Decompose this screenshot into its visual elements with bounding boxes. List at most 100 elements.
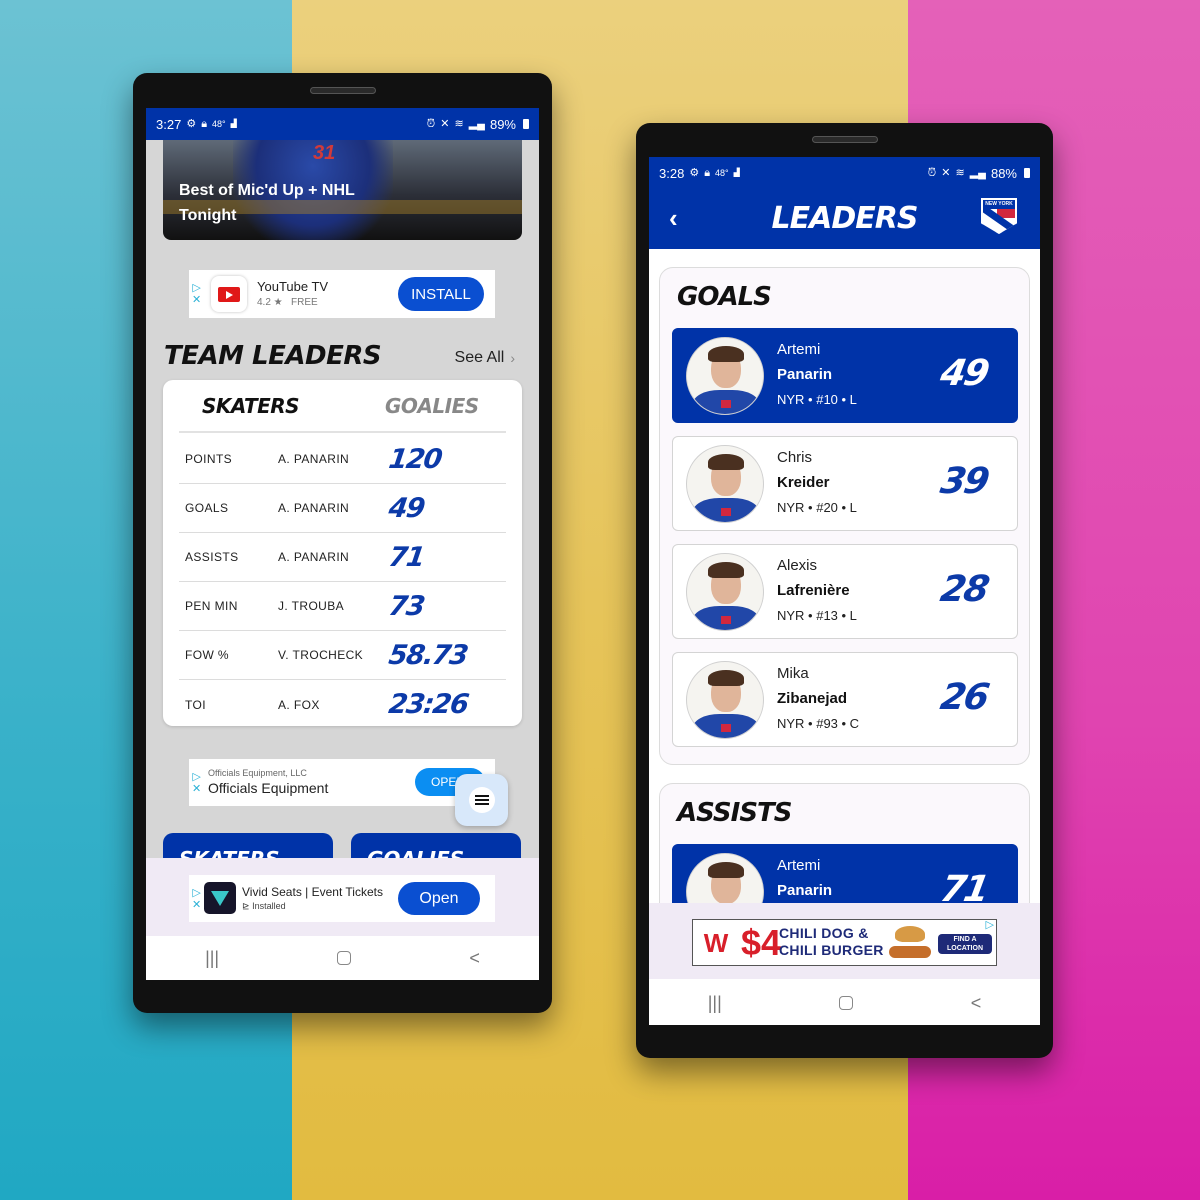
stat-label: POINTS <box>185 452 233 466</box>
signal-icon: ▂▄ <box>468 117 485 130</box>
player-avatar <box>686 661 764 739</box>
stat-player: J. TROUBA <box>278 599 345 613</box>
player-avatar <box>686 337 764 415</box>
player-first-name: Artemi <box>777 857 821 874</box>
battery-percent: 89% <box>489 116 516 132</box>
ad-choices-icon[interactable]: ▷ <box>986 918 994 931</box>
stat-player: A. PANARIN <box>278 501 350 515</box>
player-stat-value: 28 <box>937 569 991 610</box>
ad-title: Officials Equipment <box>208 780 329 796</box>
home-button[interactable] <box>839 996 854 1010</box>
stat-player: A. FOX <box>278 697 320 712</box>
app-header: ‹ LEADERS NEW YORK RANGERS <box>649 189 1040 249</box>
usaa-icon: ▟ <box>230 119 237 128</box>
player-first-name: Alexis <box>777 557 818 574</box>
ad-app-price: FREE <box>291 297 318 308</box>
team-leaders-heading: TEAM LEADERS <box>164 341 382 371</box>
ad-choices-icon[interactable]: ▷ ✕ <box>192 282 201 306</box>
signal-icon: ▂▄ <box>969 166 986 179</box>
stat-player: V. TROCHECK <box>278 648 364 662</box>
leader-group-goals: GOALS Artemi Panarin NYR • #10 • L 49 Chris Kr… <box>659 267 1030 765</box>
screen-team-home: 31 Best of Mic'd Up + NHL Tonight 3:27 ⚙… <box>146 108 539 980</box>
lock-icon: 🔒︎ <box>201 117 208 130</box>
player-meta: NYR • #93 • C <box>777 716 860 731</box>
player-first-name: Chris <box>777 449 813 466</box>
video-card[interactable]: 31 Best of Mic'd Up + NHL Tonight <box>163 140 522 240</box>
player-avatar <box>686 553 764 631</box>
ad-app-name: Vivid Seats | Event Tickets <box>242 885 383 899</box>
recents-button[interactable]: ||| <box>205 948 219 969</box>
player-last-name: Panarin <box>777 366 833 383</box>
player-stat-value: 26 <box>937 677 991 718</box>
stat-row[interactable]: POINTS A. PANARIN 120 <box>179 435 506 484</box>
back-button[interactable]: < <box>469 948 480 969</box>
phone-right: 3:28 ⚙ 🔒︎ 48° ▟ ⏰︎ ✕ ≋ ▂▄ 88% ‹ LEADERS … <box>636 123 1053 1058</box>
player-card[interactable]: Chris Kreider NYR • #20 • L 39 <box>672 436 1018 531</box>
player-card[interactable]: Artemi Panarin NYR • #10 • L 49 <box>672 328 1018 423</box>
ad-advertiser: Officials Equipment, LLC <box>208 768 307 778</box>
stat-row[interactable]: PEN MIN J. TROUBA 73 <box>179 582 506 631</box>
find-location-button[interactable]: FIND A LOCATION <box>938 934 992 954</box>
gear-icon: ⚙ <box>689 166 700 179</box>
ad-choices-icon[interactable]: ▷ ✕ <box>192 771 201 795</box>
install-button[interactable]: INSTALL <box>398 277 484 311</box>
stat-row[interactable]: GOALS A. PANARIN 49 <box>179 484 506 533</box>
stat-player: A. PANARIN <box>278 550 350 564</box>
system-nav-bar: ||| < <box>146 936 539 980</box>
stat-label: ASSISTS <box>185 550 239 564</box>
menu-fab-button[interactable] <box>455 774 508 826</box>
temperature: 48° <box>212 118 226 129</box>
stat-label: FOW % <box>185 648 229 662</box>
see-all-label: See All <box>454 349 505 366</box>
tab-goalies[interactable]: GOALIES <box>385 394 479 418</box>
recents-button[interactable]: ||| <box>708 993 722 1014</box>
player-meta: NYR • #13 • L <box>777 608 857 623</box>
ad-app-meta: 4.2 ★ FREE <box>257 297 318 308</box>
stat-value: 71 <box>386 541 426 573</box>
ad-choices-icon[interactable]: ▷ ✕ <box>192 887 201 911</box>
ad-app-name: YouTube TV <box>257 279 329 294</box>
stat-row[interactable]: TOI A. FOX 23:26 <box>179 680 506 729</box>
usaa-icon: ▟ <box>733 168 740 177</box>
player-avatar <box>686 445 764 523</box>
alarm-icon: ⏰︎ <box>426 117 436 130</box>
player-last-name: Lafrenière <box>777 582 850 599</box>
stat-label: GOALS <box>185 501 229 515</box>
stat-row[interactable]: FOW % V. TROCHECK 58.73 <box>179 631 506 680</box>
ad-vivid-seats[interactable]: ▷ ✕ Vivid Seats | Event Tickets ⊵ Install… <box>189 875 495 922</box>
ad-wienerschnitzel[interactable]: W $4 CHILI DOG & CHILI BURGER FIND A LOC… <box>692 919 997 966</box>
player-card[interactable]: Mika Zibanejad NYR • #93 • C 26 <box>672 652 1018 747</box>
see-all-link[interactable]: See All › <box>455 349 515 367</box>
installed-icon: ⊵ <box>242 901 250 911</box>
stat-value: 73 <box>386 590 426 622</box>
player-card[interactable]: Alexis Lafrenière NYR • #13 • L 28 <box>672 544 1018 639</box>
jersey-number: 31 <box>313 142 336 164</box>
tab-skaters[interactable]: SKATERS <box>202 394 300 418</box>
ad-officials-equipment[interactable]: ▷ ✕ Officials Equipment, LLC Officials Eq… <box>189 759 495 806</box>
battery-percent: 88% <box>990 165 1017 181</box>
wifi-icon: ≋ <box>955 166 965 179</box>
temperature: 48° <box>715 167 729 178</box>
stat-value: 58.73 <box>386 639 470 671</box>
player-stat-value: 49 <box>937 353 991 394</box>
system-nav-bar: ||| < <box>649 981 1040 1025</box>
ad-headline: CHILI DOG & CHILI BURGER <box>779 925 884 959</box>
status-bar: 3:27 ⚙ 🔒︎ 48° ▟ ⏰︎ ✕ ≋ ▂▄ 89% <box>146 108 539 140</box>
stat-row[interactable]: ASSISTS A. PANARIN 71 <box>179 533 506 582</box>
phone-speaker <box>811 136 878 143</box>
back-button[interactable]: < <box>971 993 982 1014</box>
ad-headline-line1: CHILI DOG & <box>779 925 869 941</box>
status-time: 3:27 <box>156 116 182 132</box>
battery-icon <box>523 119 529 129</box>
stat-value: 49 <box>386 492 426 524</box>
mute-icon: ✕ <box>440 117 450 130</box>
home-button[interactable] <box>337 951 352 965</box>
player-meta: NYR • #10 • L <box>777 392 857 407</box>
ad-youtube-tv[interactable]: ▷ ✕ YouTube TV 4.2 ★ FREE INSTALL <box>189 270 495 318</box>
ad-headline-line2: CHILI BURGER <box>779 942 884 958</box>
player-first-name: Mika <box>777 665 809 682</box>
player-meta: NYR • #20 • L <box>777 500 857 515</box>
group-title: GOALS <box>677 282 772 312</box>
open-button[interactable]: Open <box>398 882 480 915</box>
phone-speaker <box>309 87 376 94</box>
